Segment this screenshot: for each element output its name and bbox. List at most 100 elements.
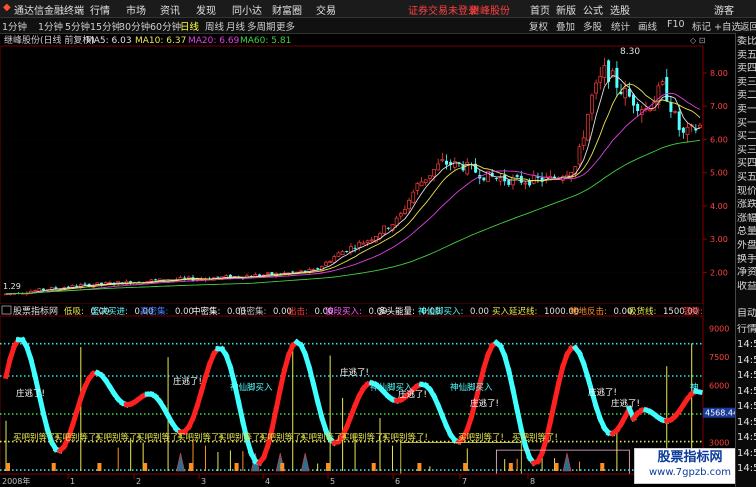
top-right-menu-item[interactable]: 新版	[556, 2, 576, 17]
indicator-item-label: 波段买入:	[325, 306, 362, 317]
candle-body-up	[336, 252, 341, 257]
candle-body-down	[316, 268, 320, 270]
top-right-menu-item[interactable]: 首页	[530, 2, 550, 17]
chart-tool-button[interactable]: 复权	[529, 19, 548, 33]
chart-settings-icon[interactable]: ◇ ⊡	[690, 36, 705, 45]
period-tab[interactable]: 更多	[276, 19, 295, 33]
app-logo-icon: ◆	[3, 2, 11, 13]
menu-item[interactable]: 财富圈	[272, 2, 302, 17]
quote-field-label: 卖四	[737, 63, 756, 75]
chart-tool-button[interactable]: 画线	[638, 19, 657, 33]
candle-body-up	[660, 81, 665, 85]
indicator-block	[600, 463, 605, 471]
wait-annotation: 买吧别等了!	[300, 432, 346, 443]
indicator-item-label: 中密集:	[192, 306, 220, 317]
candle-body-up	[415, 182, 420, 191]
candle-body-up	[382, 225, 387, 234]
candle-body-up	[685, 126, 690, 135]
top-right-menu-item[interactable]: 公式	[583, 2, 603, 17]
guest-label[interactable]: 游客	[714, 2, 734, 17]
menu-item[interactable]: 发现	[196, 2, 216, 17]
candle-body-up	[623, 88, 628, 99]
chart-tool-button[interactable]: +自选	[714, 19, 741, 33]
indicator-block	[508, 463, 513, 471]
y-tick-label: 2.00	[710, 268, 728, 277]
period-tab[interactable]: 多周期	[247, 19, 276, 33]
y-tick-label: 7.00	[710, 102, 728, 111]
candle-body-up	[452, 161, 457, 168]
period-tab[interactable]: 日线	[180, 19, 199, 33]
indicator-y-tick-label: 7500	[709, 353, 729, 362]
top-right-menu-item[interactable]: 选股	[610, 2, 630, 17]
candle-body-up	[149, 279, 154, 282]
indicator-oscillator-segment	[235, 399, 246, 425]
candlestick-series	[4, 57, 702, 296]
candle-body-up	[423, 179, 428, 183]
chart-tool-button[interactable]: 多股	[583, 19, 602, 33]
candle-body-down	[216, 276, 220, 278]
candle-body-down	[353, 247, 357, 249]
quote-field-label: 买五	[737, 172, 756, 183]
tick-time-label: 自动	[737, 308, 756, 319]
app-name: 通达信金融终端	[14, 6, 84, 17]
candle-body-up	[594, 82, 598, 94]
x-tick-label: 4	[265, 477, 270, 486]
tick-time-label: 14:5	[737, 354, 756, 366]
main-chart-title: 继峰股份(日线 前复权)	[4, 34, 95, 46]
chart-tool-button[interactable]: 统计	[611, 19, 630, 33]
chart-tool-button[interactable]: F10	[667, 19, 685, 30]
tick-time-label: 14:5	[737, 370, 756, 381]
period-tab[interactable]: 1分钟	[2, 19, 27, 33]
indicator-item-label: 神仙脚买入:	[418, 306, 463, 317]
candle-body-down	[386, 227, 390, 229]
candle-body-down	[41, 288, 45, 291]
wait-annotation: 买吧别等了!	[458, 432, 504, 443]
escape-annotation: 庄逃了!	[340, 367, 369, 378]
indicator-oscillator-segment	[306, 364, 317, 388]
period-tab[interactable]: 1分钟	[38, 19, 63, 33]
period-tab[interactable]: 30分钟	[119, 19, 150, 33]
chart-tool-button[interactable]: 返回	[740, 19, 756, 33]
chart-tool-button[interactable]: 叠加	[556, 19, 575, 33]
period-tab[interactable]: 月线	[226, 19, 245, 33]
menu-item[interactable]: 交易	[316, 2, 336, 17]
x-tick-label: 6	[395, 477, 400, 486]
x-tick-label: 8	[530, 477, 535, 486]
chart-tool-button[interactable]: 标记	[692, 19, 711, 33]
candle-body-up	[531, 174, 536, 184]
candle-body-up	[598, 75, 603, 83]
indicator-oscillator-segment	[273, 386, 284, 413]
quote-field-label: 现价	[737, 185, 756, 197]
menu-item[interactable]: 行情	[90, 2, 110, 17]
period-tab[interactable]: 60分钟	[150, 19, 181, 33]
menu-item[interactable]: 资讯	[160, 2, 180, 17]
period-tab[interactable]: 5分钟	[65, 19, 90, 33]
candle-body-up	[403, 209, 407, 215]
tick-time-label: 14:5	[737, 463, 756, 474]
candle-body-up	[432, 169, 436, 177]
menu-item[interactable]: 同小达	[232, 2, 262, 17]
indicator-oscillator-segment	[310, 381, 321, 405]
candle-body-down	[183, 277, 187, 279]
candle-body-up	[440, 159, 445, 162]
period-tab[interactable]: 周线	[205, 19, 224, 33]
indicator-oscillator-segment	[476, 364, 487, 388]
x-tick-label: 2008年	[2, 476, 30, 486]
ma5-label: MA5: 6.03	[86, 36, 132, 46]
indicator-oscillator-segment	[40, 410, 51, 433]
quote-field-label: 买三	[737, 144, 756, 156]
indicator-item-label: 吸货线:	[628, 306, 656, 317]
quote-field-label: 涨幅	[737, 212, 756, 224]
period-tab[interactable]: 15分钟	[90, 19, 121, 33]
chart-area[interactable]: 继峰股份(日线 前复权) MA5: 6.03 MA10: 6.37 MA20: …	[0, 33, 735, 487]
escape-annotation: 庄逃了!	[173, 376, 202, 387]
ma60-line	[5, 139, 701, 295]
ma5-line	[5, 74, 701, 295]
menu-item[interactable]: 市场	[126, 2, 146, 17]
login-notice[interactable]: 证券交易未登录	[408, 2, 478, 17]
candle-body-down	[669, 101, 673, 112]
quote-field-label: 卖五	[737, 49, 756, 61]
indicator-tab[interactable]: 股票指标网	[13, 305, 58, 317]
quote-field-label: 卖二	[737, 90, 756, 102]
candle-body-down	[677, 111, 681, 131]
